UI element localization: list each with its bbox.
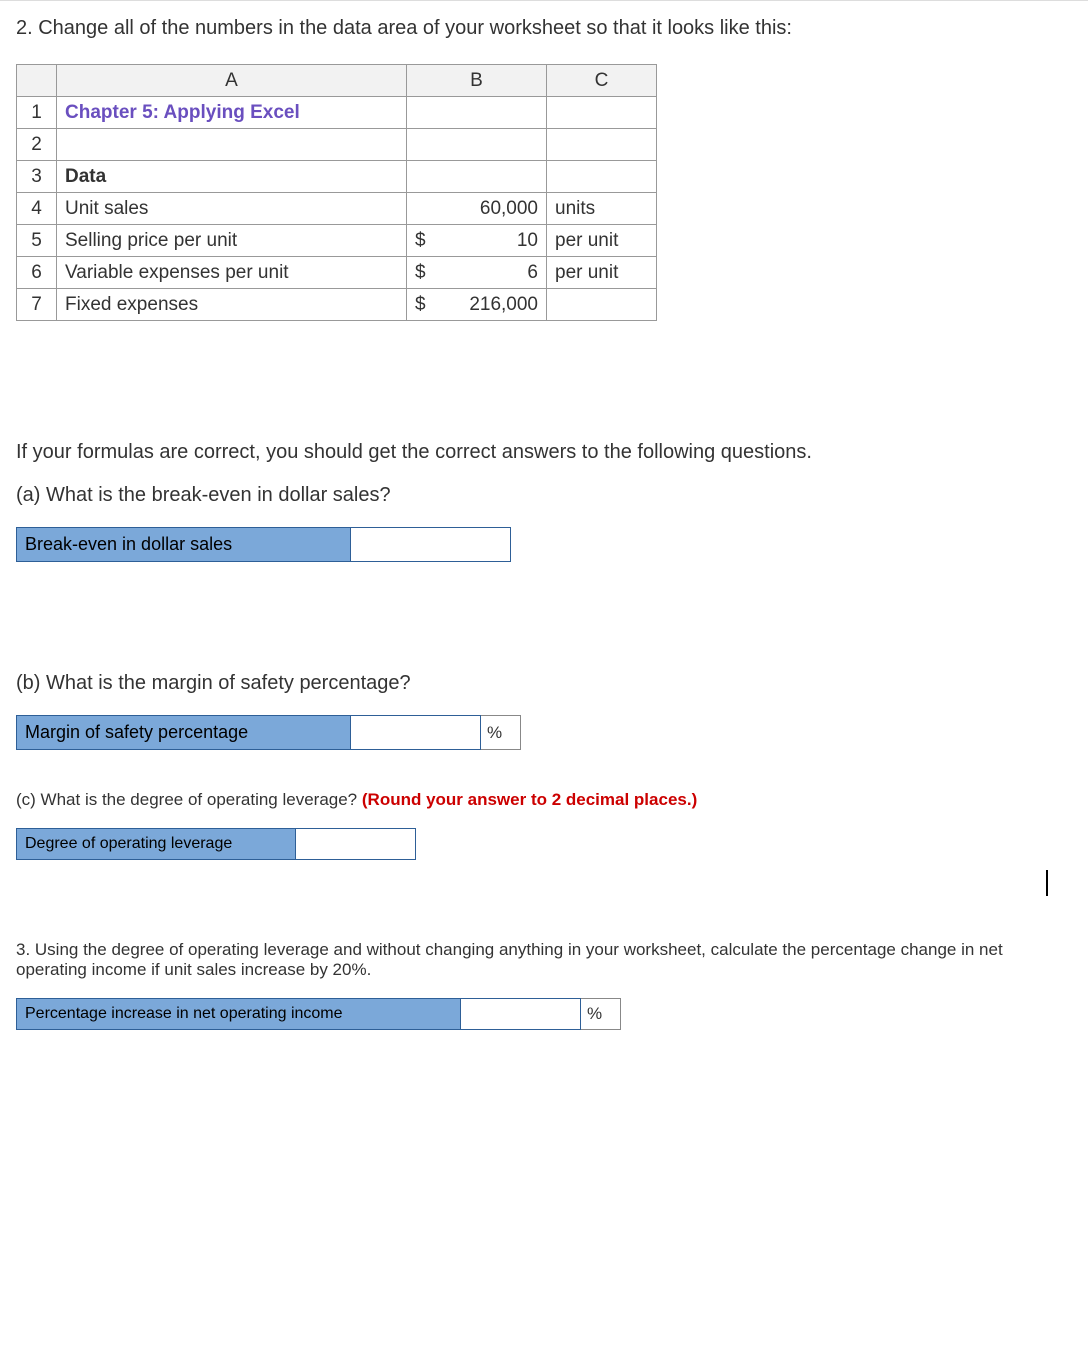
break-even-input[interactable] bbox=[351, 527, 511, 562]
cell-a5: Selling price per unit bbox=[57, 225, 407, 257]
col-header-c: C bbox=[547, 65, 657, 97]
margin-safety-label: Margin of safety percentage bbox=[16, 715, 351, 750]
excel-data-table: A B C 1 Chapter 5: Applying Excel 2 3 Da… bbox=[16, 64, 657, 321]
percent-unit: % bbox=[581, 998, 621, 1030]
formulas-note: If your formulas are correct, you should… bbox=[16, 441, 1072, 464]
margin-safety-input[interactable] bbox=[351, 715, 481, 750]
cell-c7 bbox=[547, 289, 657, 321]
operating-leverage-label: Degree of operating leverage bbox=[16, 828, 296, 860]
table-row: 7 Fixed expenses $216,000 bbox=[17, 289, 657, 321]
cell-c2 bbox=[547, 129, 657, 161]
question-2-intro: 2. Change all of the numbers in the data… bbox=[16, 17, 1072, 40]
cell-c5: per unit bbox=[547, 225, 657, 257]
table-row: 3 Data bbox=[17, 161, 657, 193]
pct-increase-label: Percentage increase in net operating inc… bbox=[16, 998, 461, 1030]
row-num: 7 bbox=[17, 289, 57, 321]
q3-answer-row: Percentage increase in net operating inc… bbox=[16, 998, 1072, 1030]
pct-increase-input[interactable] bbox=[461, 998, 581, 1030]
cell-a4: Unit sales bbox=[57, 193, 407, 225]
header-row: A B C bbox=[17, 65, 657, 97]
row-num: 2 bbox=[17, 129, 57, 161]
cell-c6: per unit bbox=[547, 257, 657, 289]
cell-a7: Fixed expenses bbox=[57, 289, 407, 321]
row-num: 6 bbox=[17, 257, 57, 289]
rounding-note: (Round your answer to 2 decimal places.) bbox=[362, 790, 697, 809]
cell-a1: Chapter 5: Applying Excel bbox=[57, 97, 407, 129]
cell-a3: Data bbox=[57, 161, 407, 193]
part-b-question: (b) What is the margin of safety percent… bbox=[16, 672, 1072, 695]
cell-c1 bbox=[547, 97, 657, 129]
part-a-question: (a) What is the break-even in dollar sal… bbox=[16, 484, 1072, 507]
table-row: 1 Chapter 5: Applying Excel bbox=[17, 97, 657, 129]
cell-b6: $6 bbox=[407, 257, 547, 289]
table-row: 2 bbox=[17, 129, 657, 161]
part-c-text: (c) What is the degree of operating leve… bbox=[16, 790, 362, 809]
percent-unit: % bbox=[481, 715, 521, 750]
row-num: 4 bbox=[17, 193, 57, 225]
col-header-b: B bbox=[407, 65, 547, 97]
cell-a6: Variable expenses per unit bbox=[57, 257, 407, 289]
corner-cell bbox=[17, 65, 57, 97]
part-a-answer-row: Break-even in dollar sales bbox=[16, 527, 1072, 562]
cell-b2 bbox=[407, 129, 547, 161]
row-num: 3 bbox=[17, 161, 57, 193]
question-3-text: 3. Using the degree of operating leverag… bbox=[16, 940, 1072, 980]
cell-c4: units bbox=[547, 193, 657, 225]
part-b-answer-row: Margin of safety percentage % bbox=[16, 715, 1072, 750]
col-header-a: A bbox=[57, 65, 407, 97]
cell-b4: 60,000 bbox=[407, 193, 547, 225]
row-num: 5 bbox=[17, 225, 57, 257]
row-num: 1 bbox=[17, 97, 57, 129]
cell-b7: $216,000 bbox=[407, 289, 547, 321]
operating-leverage-input[interactable] bbox=[296, 828, 416, 860]
break-even-label: Break-even in dollar sales bbox=[16, 527, 351, 562]
text-cursor-icon bbox=[1046, 870, 1048, 896]
part-c-question: (c) What is the degree of operating leve… bbox=[16, 790, 1072, 810]
table-row: 4 Unit sales 60,000 units bbox=[17, 193, 657, 225]
cell-b3 bbox=[407, 161, 547, 193]
cell-b5: $10 bbox=[407, 225, 547, 257]
table-row: 6 Variable expenses per unit $6 per unit bbox=[17, 257, 657, 289]
cell-b1 bbox=[407, 97, 547, 129]
part-c-answer-row: Degree of operating leverage bbox=[16, 828, 1072, 860]
cell-a2 bbox=[57, 129, 407, 161]
table-row: 5 Selling price per unit $10 per unit bbox=[17, 225, 657, 257]
cell-c3 bbox=[547, 161, 657, 193]
